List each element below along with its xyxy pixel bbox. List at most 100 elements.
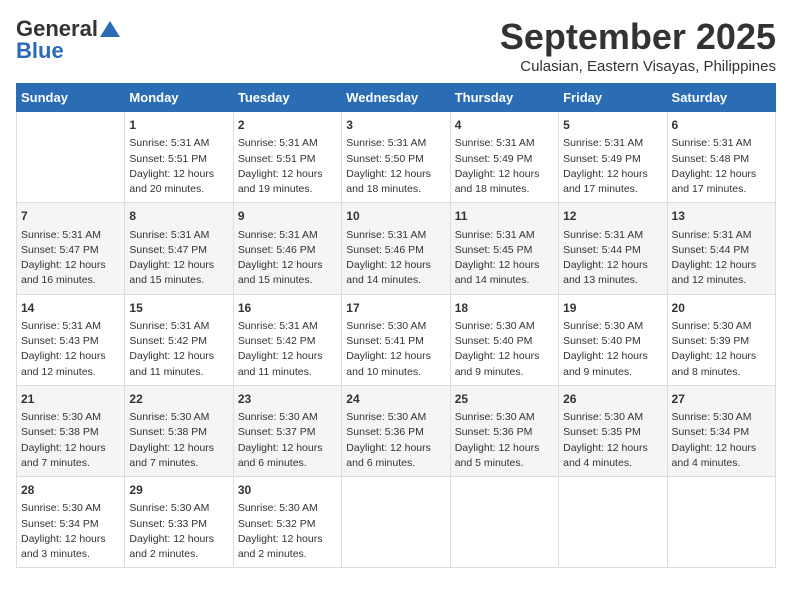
day-info: Daylight: 12 hours bbox=[346, 349, 445, 364]
day-info: and 10 minutes. bbox=[346, 365, 445, 380]
calendar-cell: 27Sunrise: 5:30 AMSunset: 5:34 PMDayligh… bbox=[667, 385, 775, 476]
day-info: Sunset: 5:37 PM bbox=[238, 425, 337, 440]
calendar-table: SundayMondayTuesdayWednesdayThursdayFrid… bbox=[16, 83, 776, 568]
calendar-header-row: SundayMondayTuesdayWednesdayThursdayFrid… bbox=[17, 84, 776, 112]
day-info: and 7 minutes. bbox=[21, 456, 120, 471]
day-number: 10 bbox=[346, 208, 445, 225]
header-wednesday: Wednesday bbox=[342, 84, 450, 112]
day-number: 20 bbox=[672, 300, 771, 317]
day-info: Daylight: 12 hours bbox=[129, 532, 228, 547]
logo-icon bbox=[100, 21, 120, 37]
day-info: and 6 minutes. bbox=[346, 456, 445, 471]
header-saturday: Saturday bbox=[667, 84, 775, 112]
day-info: and 5 minutes. bbox=[455, 456, 554, 471]
calendar-cell bbox=[342, 477, 450, 568]
day-info: Sunrise: 5:31 AM bbox=[238, 319, 337, 334]
day-info: Sunset: 5:49 PM bbox=[563, 152, 662, 167]
calendar-cell: 21Sunrise: 5:30 AMSunset: 5:38 PMDayligh… bbox=[17, 385, 125, 476]
calendar-cell: 29Sunrise: 5:30 AMSunset: 5:33 PMDayligh… bbox=[125, 477, 233, 568]
day-info: Sunrise: 5:30 AM bbox=[129, 501, 228, 516]
day-info: Sunset: 5:47 PM bbox=[21, 243, 120, 258]
day-info: Sunset: 5:46 PM bbox=[238, 243, 337, 258]
day-info: Daylight: 12 hours bbox=[238, 258, 337, 273]
day-info: Daylight: 12 hours bbox=[455, 441, 554, 456]
day-info: Daylight: 12 hours bbox=[672, 441, 771, 456]
day-info: Sunrise: 5:30 AM bbox=[672, 410, 771, 425]
calendar-week-row: 14Sunrise: 5:31 AMSunset: 5:43 PMDayligh… bbox=[17, 294, 776, 385]
day-number: 2 bbox=[238, 117, 337, 134]
day-info: Sunrise: 5:30 AM bbox=[455, 410, 554, 425]
calendar-cell: 12Sunrise: 5:31 AMSunset: 5:44 PMDayligh… bbox=[559, 203, 667, 294]
calendar-cell: 28Sunrise: 5:30 AMSunset: 5:34 PMDayligh… bbox=[17, 477, 125, 568]
day-number: 29 bbox=[129, 482, 228, 499]
day-info: Sunset: 5:50 PM bbox=[346, 152, 445, 167]
day-info: Daylight: 12 hours bbox=[129, 167, 228, 182]
calendar-cell: 30Sunrise: 5:30 AMSunset: 5:32 PMDayligh… bbox=[233, 477, 341, 568]
calendar-cell bbox=[667, 477, 775, 568]
day-info: Sunrise: 5:31 AM bbox=[672, 136, 771, 151]
day-info: and 17 minutes. bbox=[672, 182, 771, 197]
day-info: and 13 minutes. bbox=[563, 273, 662, 288]
calendar-cell: 16Sunrise: 5:31 AMSunset: 5:42 PMDayligh… bbox=[233, 294, 341, 385]
day-info: and 14 minutes. bbox=[455, 273, 554, 288]
day-info: and 7 minutes. bbox=[129, 456, 228, 471]
day-info: Sunset: 5:36 PM bbox=[455, 425, 554, 440]
day-info: Sunrise: 5:31 AM bbox=[21, 228, 120, 243]
day-number: 18 bbox=[455, 300, 554, 317]
day-info: Sunset: 5:42 PM bbox=[238, 334, 337, 349]
day-info: Sunset: 5:51 PM bbox=[238, 152, 337, 167]
day-info: Sunset: 5:40 PM bbox=[455, 334, 554, 349]
day-info: and 14 minutes. bbox=[346, 273, 445, 288]
day-number: 9 bbox=[238, 208, 337, 225]
day-number: 11 bbox=[455, 208, 554, 225]
calendar-cell: 18Sunrise: 5:30 AMSunset: 5:40 PMDayligh… bbox=[450, 294, 558, 385]
day-info: Daylight: 12 hours bbox=[129, 258, 228, 273]
calendar-cell: 14Sunrise: 5:31 AMSunset: 5:43 PMDayligh… bbox=[17, 294, 125, 385]
day-info: Sunset: 5:43 PM bbox=[21, 334, 120, 349]
day-info: Sunrise: 5:31 AM bbox=[455, 136, 554, 151]
day-info: and 4 minutes. bbox=[672, 456, 771, 471]
day-info: Sunset: 5:41 PM bbox=[346, 334, 445, 349]
day-info: Sunrise: 5:31 AM bbox=[563, 136, 662, 151]
day-info: Daylight: 12 hours bbox=[455, 258, 554, 273]
logo: General Blue bbox=[16, 16, 120, 64]
calendar-cell: 13Sunrise: 5:31 AMSunset: 5:44 PMDayligh… bbox=[667, 203, 775, 294]
calendar-cell: 4Sunrise: 5:31 AMSunset: 5:49 PMDaylight… bbox=[450, 112, 558, 203]
day-info: and 19 minutes. bbox=[238, 182, 337, 197]
day-number: 5 bbox=[563, 117, 662, 134]
day-info: and 20 minutes. bbox=[129, 182, 228, 197]
day-number: 24 bbox=[346, 391, 445, 408]
day-info: Daylight: 12 hours bbox=[21, 349, 120, 364]
day-info: Sunrise: 5:30 AM bbox=[672, 319, 771, 334]
day-info: Daylight: 12 hours bbox=[563, 258, 662, 273]
calendar-cell: 2Sunrise: 5:31 AMSunset: 5:51 PMDaylight… bbox=[233, 112, 341, 203]
calendar-cell: 15Sunrise: 5:31 AMSunset: 5:42 PMDayligh… bbox=[125, 294, 233, 385]
day-info: Daylight: 12 hours bbox=[238, 532, 337, 547]
calendar-cell: 1Sunrise: 5:31 AMSunset: 5:51 PMDaylight… bbox=[125, 112, 233, 203]
day-number: 3 bbox=[346, 117, 445, 134]
day-info: Sunrise: 5:31 AM bbox=[129, 319, 228, 334]
day-info: and 8 minutes. bbox=[672, 365, 771, 380]
day-info: Sunrise: 5:31 AM bbox=[346, 228, 445, 243]
day-info: Sunset: 5:51 PM bbox=[129, 152, 228, 167]
calendar-cell bbox=[450, 477, 558, 568]
calendar-cell: 17Sunrise: 5:30 AMSunset: 5:41 PMDayligh… bbox=[342, 294, 450, 385]
day-info: and 18 minutes. bbox=[455, 182, 554, 197]
day-info: Sunrise: 5:31 AM bbox=[455, 228, 554, 243]
calendar-cell: 6Sunrise: 5:31 AMSunset: 5:48 PMDaylight… bbox=[667, 112, 775, 203]
day-info: and 6 minutes. bbox=[238, 456, 337, 471]
day-info: Sunrise: 5:30 AM bbox=[563, 410, 662, 425]
day-info: and 9 minutes. bbox=[455, 365, 554, 380]
day-info: Daylight: 12 hours bbox=[21, 441, 120, 456]
day-info: Sunset: 5:38 PM bbox=[129, 425, 228, 440]
day-number: 4 bbox=[455, 117, 554, 134]
day-number: 6 bbox=[672, 117, 771, 134]
day-info: Daylight: 12 hours bbox=[238, 349, 337, 364]
day-info: Sunrise: 5:30 AM bbox=[238, 410, 337, 425]
day-number: 7 bbox=[21, 208, 120, 225]
day-info: Sunset: 5:39 PM bbox=[672, 334, 771, 349]
day-info: Daylight: 12 hours bbox=[238, 441, 337, 456]
day-number: 22 bbox=[129, 391, 228, 408]
day-number: 26 bbox=[563, 391, 662, 408]
day-info: Sunrise: 5:30 AM bbox=[563, 319, 662, 334]
